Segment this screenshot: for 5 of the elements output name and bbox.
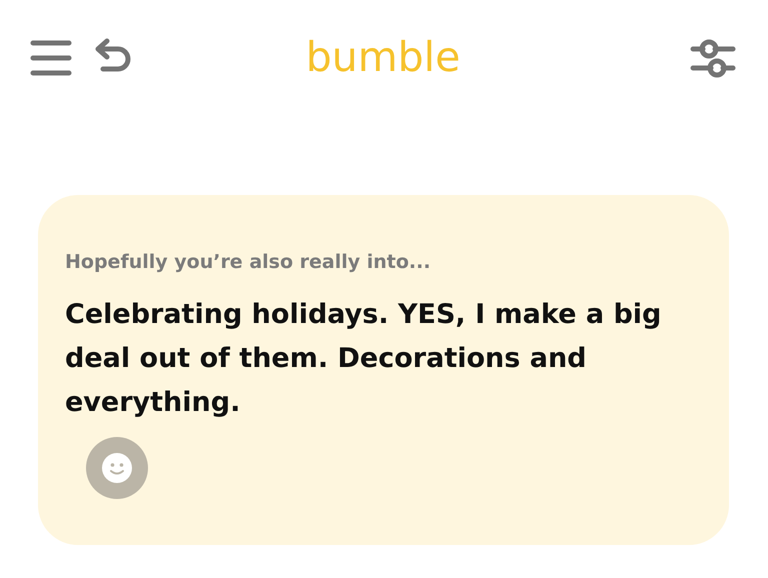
filter-icon[interactable] bbox=[690, 37, 736, 79]
prompt-answer: Celebrating holidays. YES, I make a big deal out of them. Decorations and everything. bbox=[65, 298, 662, 420]
menu-icon[interactable] bbox=[30, 39, 72, 77]
bumble-logo: bumble bbox=[304, 33, 462, 81]
prompt-label: Hopefully you’re also really into... bbox=[65, 251, 432, 273]
